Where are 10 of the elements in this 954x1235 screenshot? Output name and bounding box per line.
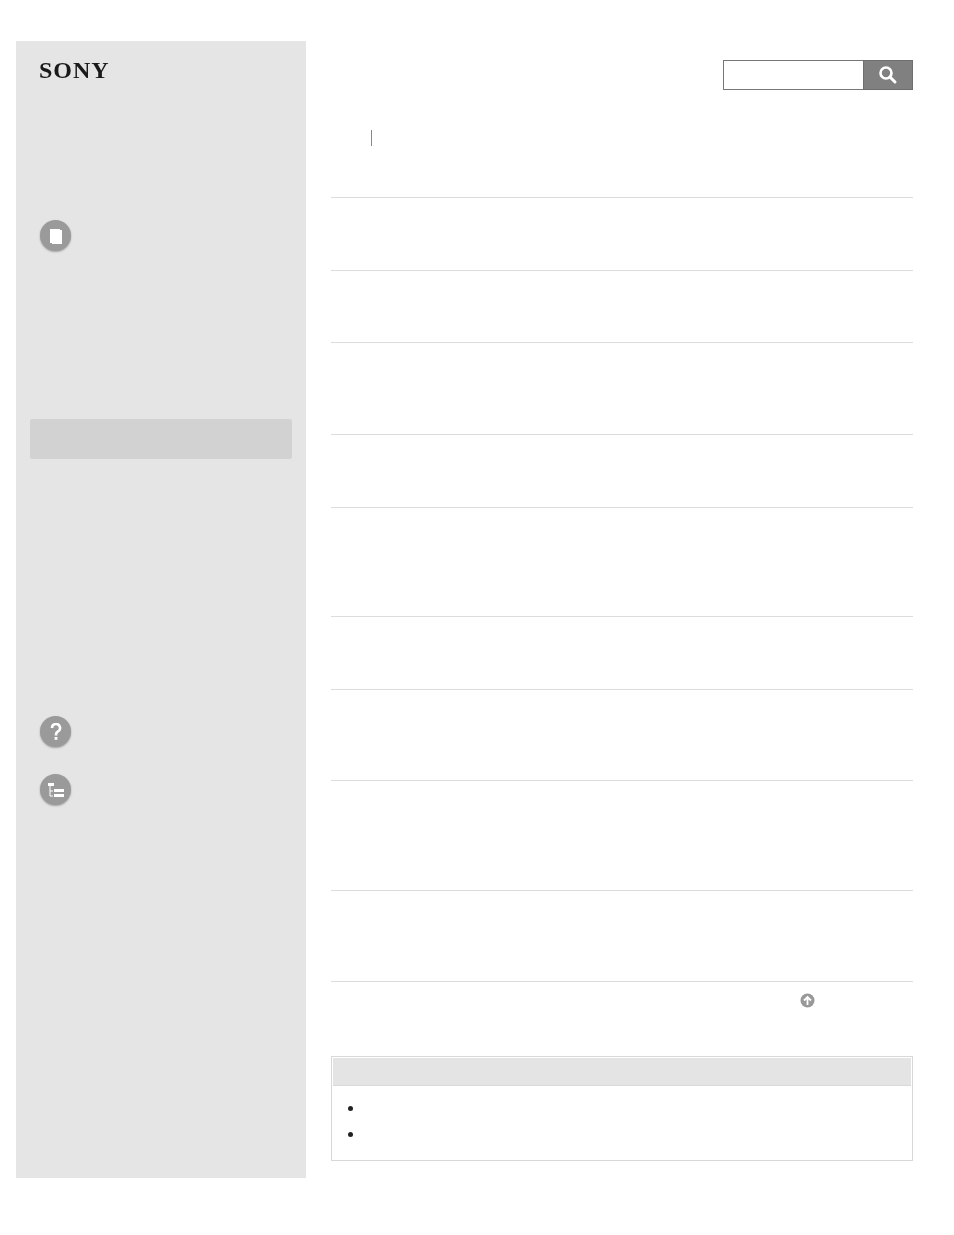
brand-logo[interactable]: SONY bbox=[39, 57, 110, 83]
help-icon[interactable] bbox=[40, 716, 71, 747]
book-icon[interactable] bbox=[40, 220, 71, 251]
search-icon bbox=[878, 65, 898, 85]
bullet-icon bbox=[348, 1106, 353, 1111]
bullet-icon bbox=[348, 1132, 353, 1137]
sitemap-icon[interactable] bbox=[40, 774, 71, 805]
search-button[interactable] bbox=[863, 60, 913, 90]
back-to-top-icon[interactable] bbox=[800, 993, 815, 1008]
search-field[interactable] bbox=[723, 60, 863, 90]
